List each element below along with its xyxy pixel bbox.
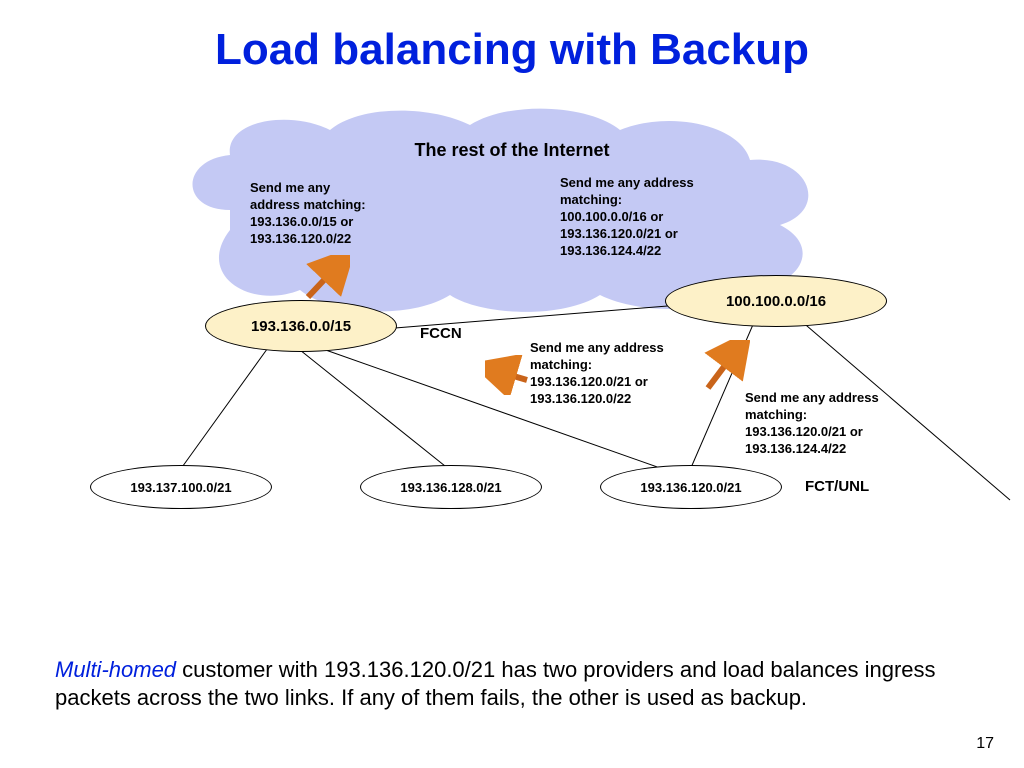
mid-text-left: Send me any address matching: 193.136.12…: [530, 340, 664, 408]
mid-text-right: Send me any address matching: 193.136.12…: [745, 390, 879, 458]
arrow-left-icon: [485, 355, 535, 395]
child2-node: 193.136.128.0/21: [360, 465, 542, 509]
child2-label: 193.136.128.0/21: [400, 480, 501, 495]
body-rest: customer with 193.136.120.0/21 has two p…: [55, 657, 936, 711]
slide-title: Load balancing with Backup: [0, 25, 1024, 75]
isp-right-node: 100.100.0.0/16: [665, 275, 887, 327]
child3-label: 193.136.120.0/21: [640, 480, 741, 495]
isp-left-node: 193.136.0.0/15: [205, 300, 397, 352]
cloud-right-text: Send me any address matching: 100.100.0.…: [560, 175, 694, 259]
arrow-up-right-icon: [700, 340, 750, 395]
fctunl-label: FCT/UNL: [805, 478, 869, 495]
child1-node: 193.137.100.0/21: [90, 465, 272, 509]
cloud-left-text: Send me any address matching: 193.136.0.…: [250, 180, 366, 248]
child1-label: 193.137.100.0/21: [130, 480, 231, 495]
body-text: Multi-homed customer with 193.136.120.0/…: [55, 656, 969, 713]
isp-left-label: 193.136.0.0/15: [251, 318, 351, 335]
arrow-up-left-icon: [300, 255, 350, 305]
cloud-title: The rest of the Internet: [0, 140, 1024, 161]
child3-node: 193.136.120.0/21: [600, 465, 782, 509]
isp-right-label: 100.100.0.0/16: [726, 293, 826, 310]
body-emph: Multi-homed: [55, 657, 176, 682]
page-number: 17: [976, 735, 994, 753]
fccn-label: FCCN: [420, 325, 462, 342]
